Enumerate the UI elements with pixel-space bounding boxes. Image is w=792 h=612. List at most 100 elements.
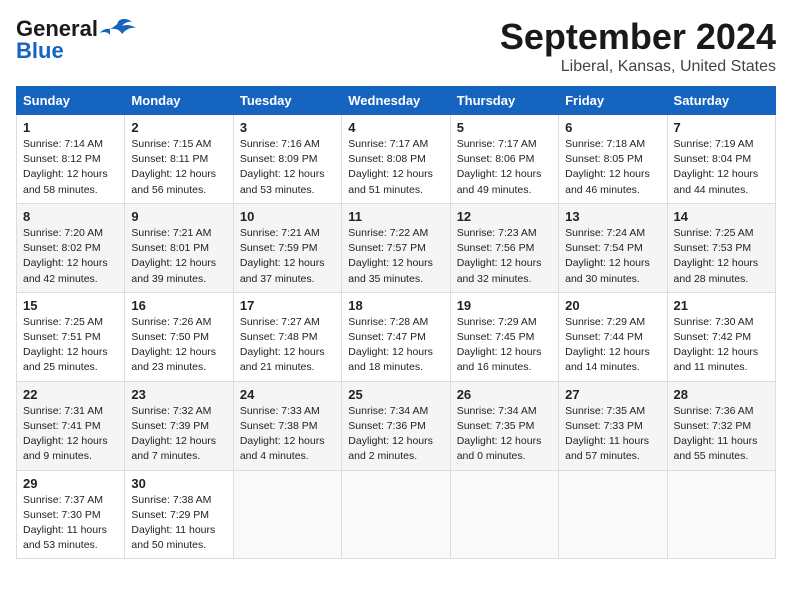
calendar-cell: 30Sunrise: 7:38 AM Sunset: 7:29 PM Dayli…	[125, 470, 233, 559]
day-number: 28	[674, 387, 769, 402]
cell-info: Sunrise: 7:18 AM Sunset: 8:05 PM Dayligh…	[565, 137, 660, 198]
cell-info: Sunrise: 7:31 AM Sunset: 7:41 PM Dayligh…	[23, 404, 118, 465]
cell-info: Sunrise: 7:19 AM Sunset: 8:04 PM Dayligh…	[674, 137, 769, 198]
cell-info: Sunrise: 7:22 AM Sunset: 7:57 PM Dayligh…	[348, 226, 443, 287]
cell-info: Sunrise: 7:14 AM Sunset: 8:12 PM Dayligh…	[23, 137, 118, 198]
logo: General Blue	[16, 16, 136, 64]
day-number: 9	[131, 209, 226, 224]
calendar-cell: 13 Sunrise: 7:24 AM Sunset: 7:54 PM Dayli…	[559, 203, 667, 292]
cell-info: Sunrise: 7:34 AM Sunset: 7:35 PM Dayligh…	[457, 404, 552, 465]
day-number: 17	[240, 298, 335, 313]
day-number: 3	[240, 120, 335, 135]
calendar-cell: 11 Sunrise: 7:22 AM Sunset: 7:57 PM Dayli…	[342, 203, 450, 292]
cell-info: Sunrise: 7:21 AM Sunset: 7:59 PM Dayligh…	[240, 226, 335, 287]
cell-info: Sunrise: 7:35 AM Sunset: 7:33 PM Dayligh…	[565, 404, 660, 465]
day-number: 8	[23, 209, 118, 224]
day-number: 11	[348, 209, 443, 224]
day-number: 29	[23, 476, 118, 491]
calendar-cell: 4 Sunrise: 7:17 AM Sunset: 8:08 PM Daylig…	[342, 115, 450, 204]
cell-info: Sunrise: 7:36 AM Sunset: 7:32 PM Dayligh…	[674, 404, 769, 465]
logo-blue: Blue	[16, 38, 64, 64]
calendar-cell: 1 Sunrise: 7:14 AM Sunset: 8:12 PM Daylig…	[17, 115, 125, 204]
calendar-cell: 2 Sunrise: 7:15 AM Sunset: 8:11 PM Daylig…	[125, 115, 233, 204]
weekday-header-saturday: Saturday	[667, 87, 775, 115]
cell-info: Sunrise: 7:17 AM Sunset: 8:06 PM Dayligh…	[457, 137, 552, 198]
title-area: September 2024 Liberal, Kansas, United S…	[500, 16, 776, 76]
day-number: 30	[131, 476, 226, 491]
cell-info: Sunrise: 7:25 AM Sunset: 7:53 PM Dayligh…	[674, 226, 769, 287]
cell-info: Sunrise: 7:33 AM Sunset: 7:38 PM Dayligh…	[240, 404, 335, 465]
day-number: 4	[348, 120, 443, 135]
calendar-cell: 7 Sunrise: 7:19 AM Sunset: 8:04 PM Daylig…	[667, 115, 775, 204]
day-number: 26	[457, 387, 552, 402]
day-number: 6	[565, 120, 660, 135]
cell-info: Sunrise: 7:32 AM Sunset: 7:39 PM Dayligh…	[131, 404, 226, 465]
calendar-cell: 25Sunrise: 7:34 AM Sunset: 7:36 PM Dayli…	[342, 381, 450, 470]
cell-info: Sunrise: 7:15 AM Sunset: 8:11 PM Dayligh…	[131, 137, 226, 198]
month-title: September 2024	[500, 16, 776, 58]
calendar-week-row: 15Sunrise: 7:25 AM Sunset: 7:51 PM Dayli…	[17, 292, 776, 381]
calendar-table: SundayMondayTuesdayWednesdayThursdayFrid…	[16, 86, 776, 559]
weekday-header-sunday: Sunday	[17, 87, 125, 115]
day-number: 2	[131, 120, 226, 135]
calendar-week-row: 22 Sunrise: 7:31 AM Sunset: 7:41 PM Dayli…	[17, 381, 776, 470]
calendar-cell: 6 Sunrise: 7:18 AM Sunset: 8:05 PM Daylig…	[559, 115, 667, 204]
weekday-header-tuesday: Tuesday	[233, 87, 341, 115]
cell-info: Sunrise: 7:29 AM Sunset: 7:45 PM Dayligh…	[457, 315, 552, 376]
day-number: 16	[131, 298, 226, 313]
calendar-cell: 8 Sunrise: 7:20 AM Sunset: 8:02 PM Daylig…	[17, 203, 125, 292]
calendar-week-row: 1 Sunrise: 7:14 AM Sunset: 8:12 PM Daylig…	[17, 115, 776, 204]
day-number: 18	[348, 298, 443, 313]
calendar-cell	[559, 470, 667, 559]
cell-info: Sunrise: 7:16 AM Sunset: 8:09 PM Dayligh…	[240, 137, 335, 198]
page-header: General Blue September 2024 Liberal, Kan…	[16, 16, 776, 76]
day-number: 20	[565, 298, 660, 313]
calendar-cell	[342, 470, 450, 559]
calendar-cell: 12Sunrise: 7:23 AM Sunset: 7:56 PM Dayli…	[450, 203, 558, 292]
calendar-cell: 5 Sunrise: 7:17 AM Sunset: 8:06 PM Daylig…	[450, 115, 558, 204]
cell-info: Sunrise: 7:24 AM Sunset: 7:54 PM Dayligh…	[565, 226, 660, 287]
cell-info: Sunrise: 7:29 AM Sunset: 7:44 PM Dayligh…	[565, 315, 660, 376]
calendar-cell: 22 Sunrise: 7:31 AM Sunset: 7:41 PM Dayli…	[17, 381, 125, 470]
calendar-cell: 14 Sunrise: 7:25 AM Sunset: 7:53 PM Dayli…	[667, 203, 775, 292]
cell-info: Sunrise: 7:21 AM Sunset: 8:01 PM Dayligh…	[131, 226, 226, 287]
day-number: 22	[23, 387, 118, 402]
calendar-week-row: 29 Sunrise: 7:37 AM Sunset: 7:30 PM Dayli…	[17, 470, 776, 559]
day-number: 21	[674, 298, 769, 313]
day-number: 1	[23, 120, 118, 135]
day-number: 7	[674, 120, 769, 135]
calendar-cell: 3 Sunrise: 7:16 AM Sunset: 8:09 PM Daylig…	[233, 115, 341, 204]
calendar-cell: 21 Sunrise: 7:30 AM Sunset: 7:42 PM Dayli…	[667, 292, 775, 381]
day-number: 14	[674, 209, 769, 224]
cell-info: Sunrise: 7:25 AM Sunset: 7:51 PM Dayligh…	[23, 315, 118, 376]
cell-info: Sunrise: 7:23 AM Sunset: 7:56 PM Dayligh…	[457, 226, 552, 287]
calendar-cell: 10Sunrise: 7:21 AM Sunset: 7:59 PM Dayli…	[233, 203, 341, 292]
cell-info: Sunrise: 7:26 AM Sunset: 7:50 PM Dayligh…	[131, 315, 226, 376]
cell-info: Sunrise: 7:20 AM Sunset: 8:02 PM Dayligh…	[23, 226, 118, 287]
day-number: 5	[457, 120, 552, 135]
calendar-cell: 17 Sunrise: 7:27 AM Sunset: 7:48 PM Dayli…	[233, 292, 341, 381]
calendar-cell: 28 Sunrise: 7:36 AM Sunset: 7:32 PM Dayli…	[667, 381, 775, 470]
calendar-header-row: SundayMondayTuesdayWednesdayThursdayFrid…	[17, 87, 776, 115]
cell-info: Sunrise: 7:28 AM Sunset: 7:47 PM Dayligh…	[348, 315, 443, 376]
weekday-header-thursday: Thursday	[450, 87, 558, 115]
calendar-cell: 24 Sunrise: 7:33 AM Sunset: 7:38 PM Dayli…	[233, 381, 341, 470]
cell-info: Sunrise: 7:17 AM Sunset: 8:08 PM Dayligh…	[348, 137, 443, 198]
cell-info: Sunrise: 7:27 AM Sunset: 7:48 PM Dayligh…	[240, 315, 335, 376]
calendar-cell: 16 Sunrise: 7:26 AM Sunset: 7:50 PM Dayli…	[125, 292, 233, 381]
weekday-header-monday: Monday	[125, 87, 233, 115]
day-number: 19	[457, 298, 552, 313]
calendar-cell: 15Sunrise: 7:25 AM Sunset: 7:51 PM Dayli…	[17, 292, 125, 381]
cell-info: Sunrise: 7:34 AM Sunset: 7:36 PM Dayligh…	[348, 404, 443, 465]
calendar-week-row: 8 Sunrise: 7:20 AM Sunset: 8:02 PM Daylig…	[17, 203, 776, 292]
calendar-cell	[233, 470, 341, 559]
weekday-header-wednesday: Wednesday	[342, 87, 450, 115]
day-number: 24	[240, 387, 335, 402]
location-title: Liberal, Kansas, United States	[500, 58, 776, 76]
day-number: 23	[131, 387, 226, 402]
day-number: 13	[565, 209, 660, 224]
calendar-cell: 20 Sunrise: 7:29 AM Sunset: 7:44 PM Dayli…	[559, 292, 667, 381]
logo-bird-icon	[100, 18, 136, 40]
cell-info: Sunrise: 7:30 AM Sunset: 7:42 PM Dayligh…	[674, 315, 769, 376]
cell-info: Sunrise: 7:37 AM Sunset: 7:30 PM Dayligh…	[23, 493, 118, 554]
